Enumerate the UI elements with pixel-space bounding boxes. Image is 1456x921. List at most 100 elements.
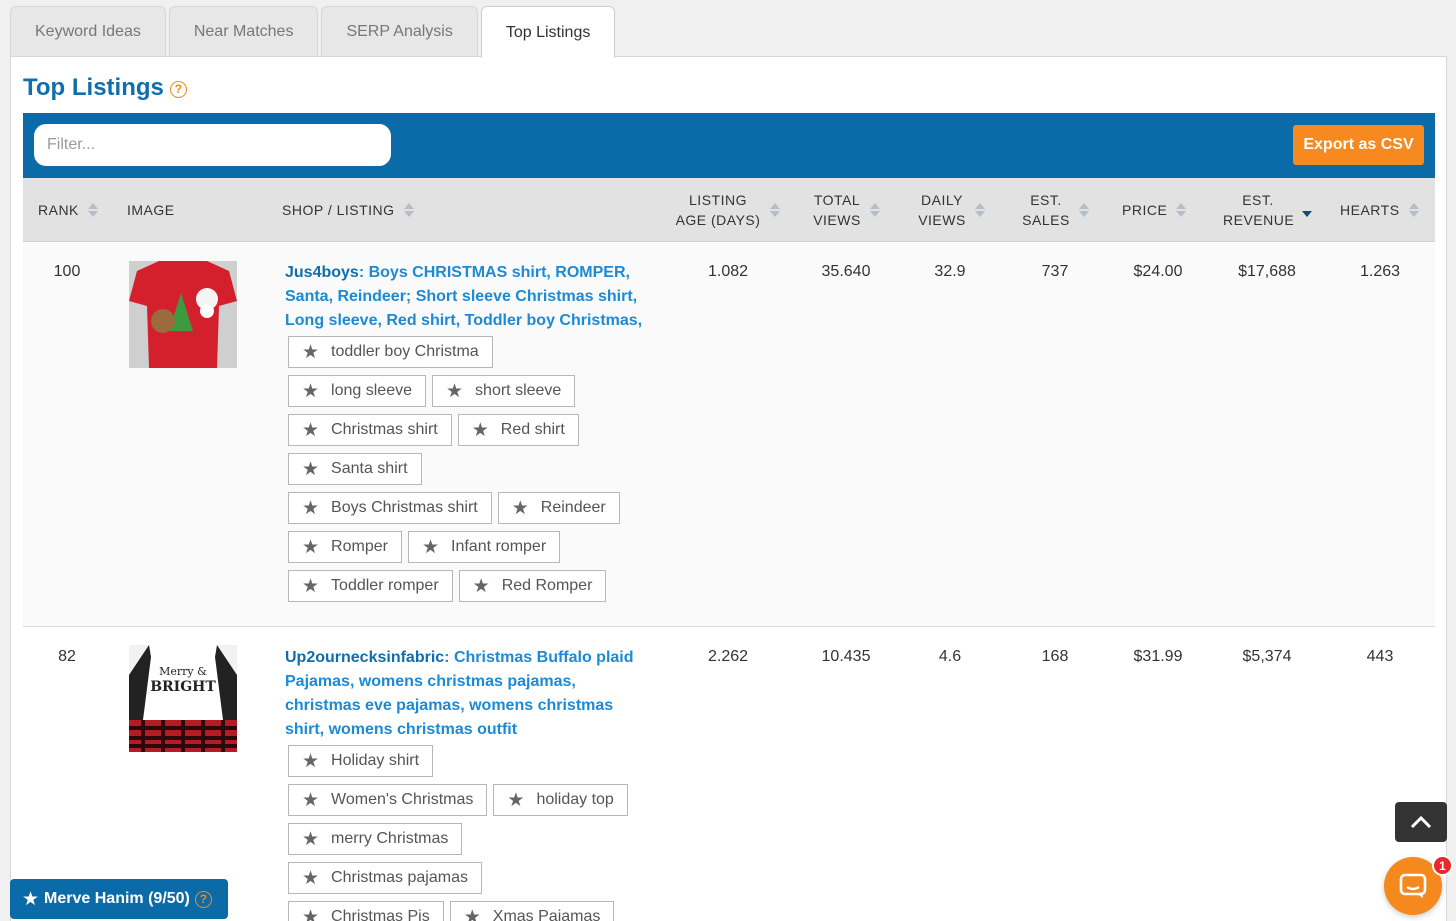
star-icon: ★	[471, 419, 489, 441]
listing-title-link[interactable]: Up2ournecksinfabric: Christmas Buffalo p…	[285, 646, 645, 742]
shirt-print-text: Merry &	[159, 665, 207, 678]
tag-label: Reindeer	[540, 499, 606, 516]
tag-chip[interactable]: ★ Christmas shirt	[288, 414, 452, 446]
price-cell: $31.99	[1133, 648, 1183, 665]
tag-chip[interactable]: ★ Women's Christmas	[288, 784, 488, 816]
col-image: IMAGE	[127, 200, 175, 220]
listing-age-cell: 2.262	[707, 648, 749, 665]
tag-chip[interactable]: ★ Xmas Pajamas	[449, 901, 615, 921]
tag-chip[interactable]: ★ Reindeer	[497, 492, 620, 524]
export-csv-button[interactable]: Export as CSV	[1293, 125, 1424, 165]
tag-label: Romper	[331, 538, 388, 555]
star-icon: ★	[421, 536, 439, 558]
star-icon: ★	[302, 536, 320, 558]
star-icon: ★	[302, 789, 320, 811]
rank-cell: 82	[58, 648, 76, 665]
star-icon: ★	[302, 458, 320, 480]
tag-chip[interactable]: ★ Santa shirt	[288, 453, 422, 485]
tag-chip[interactable]: ★ long sleeve	[288, 375, 426, 407]
col-daily-views[interactable]: DAILY VIEWS	[918, 190, 998, 230]
col-listing-age[interactable]: LISTING AGE (DAYS)	[675, 190, 783, 230]
tag-chip[interactable]: ★ Christmas pajamas	[288, 862, 482, 894]
col-daily-views-label: DAILY VIEWS	[918, 192, 966, 228]
table-toolbar: Export as CSV	[23, 113, 1435, 178]
sort-icon	[975, 203, 985, 217]
tag-label: Infant romper	[451, 538, 547, 555]
notification-badge: 1	[1432, 855, 1453, 876]
top-listings-panel: Top Listings ? Export as CSV RANK IMAGE …	[10, 56, 1447, 921]
star-icon: ★	[302, 828, 320, 850]
user-quota-button[interactable]: ★ Merve Hanim (9/50) ?	[10, 879, 228, 919]
tag-label: Red shirt	[500, 421, 565, 438]
tag-label: long sleeve	[331, 382, 412, 399]
table-row: 100 Jus4boys: Boys CHRISTMAS shirt, ROMP…	[23, 243, 1435, 627]
tag-chip[interactable]: ★ Christmas Pjs	[288, 901, 444, 921]
tag-chip[interactable]: ★ toddler boy Christma	[288, 336, 493, 368]
total-views-cell: 10.435	[821, 648, 871, 665]
price-cell: $24.00	[1133, 263, 1183, 280]
tag-chip[interactable]: ★ Infant romper	[407, 531, 561, 563]
help-icon[interactable]: ?	[169, 80, 187, 98]
shirt-print-text: BRIGHT	[150, 679, 216, 695]
page-title-row: Top Listings ?	[23, 74, 187, 102]
col-image-label: IMAGE	[127, 202, 175, 218]
shop-name-link[interactable]: Jus4boys	[285, 264, 359, 281]
tag-label: Xmas Pajamas	[492, 908, 601, 921]
tag-chip[interactable]: ★ Red Romper	[458, 570, 607, 602]
tab-bar: Keyword Ideas Near Matches SERP Analysis…	[10, 6, 618, 58]
daily-views-cell: 32.9	[934, 263, 966, 280]
col-hearts-label: HEARTS	[1340, 202, 1400, 218]
tag-chip[interactable]: ★ holiday top	[493, 784, 628, 816]
tab-near-matches[interactable]: Near Matches	[168, 6, 319, 57]
scroll-to-top-button[interactable]	[1395, 802, 1447, 842]
col-rank-label: RANK	[38, 202, 79, 218]
tag-chip[interactable]: ★ short sleeve	[432, 375, 576, 407]
chevron-up-icon	[1410, 815, 1432, 829]
star-icon: ★	[511, 497, 529, 519]
tag-chip[interactable]: ★ Romper	[288, 531, 402, 563]
listing-image[interactable]	[129, 261, 237, 368]
tag-label: Toddler romper	[331, 577, 439, 594]
tag-label: toddler boy Christma	[331, 343, 479, 360]
listing-title-link[interactable]: Jus4boys: Boys CHRISTMAS shirt, ROMPER, …	[285, 261, 645, 333]
est-sales-cell: 168	[1041, 648, 1069, 665]
col-shop-listing[interactable]: SHOP / LISTING	[282, 200, 414, 220]
hearts-cell: 443	[1366, 648, 1394, 665]
chat-icon	[1399, 873, 1427, 898]
page-title: Top Listings	[23, 74, 164, 101]
tab-keyword-ideas[interactable]: Keyword Ideas	[10, 6, 166, 57]
tag-label: Boys Christmas shirt	[331, 499, 478, 516]
tab-top-listings[interactable]: Top Listings	[480, 6, 616, 58]
tag-chip[interactable]: ★ Boys Christmas shirt	[288, 492, 492, 524]
tab-serp-analysis[interactable]: SERP Analysis	[321, 6, 478, 57]
star-icon: ★	[302, 575, 320, 597]
col-est-sales[interactable]: EST. SALES	[1022, 190, 1102, 230]
tag-list: ★ toddler boy Christma ★ long sleeve ★ shor…	[288, 336, 648, 609]
est-revenue-cell: $5,374	[1242, 648, 1292, 665]
tag-label: Santa shirt	[331, 460, 408, 477]
filter-input[interactable]	[34, 124, 391, 166]
col-est-revenue[interactable]: EST. REVENUE	[1223, 190, 1323, 230]
help-icon[interactable]: ?	[194, 890, 212, 908]
tag-chip[interactable]: ★ Toddler romper	[288, 570, 453, 602]
tag-label: Red Romper	[501, 577, 593, 594]
star-icon: ★	[446, 380, 464, 402]
tag-chip[interactable]: ★ Holiday shirt	[288, 745, 434, 777]
listing-image[interactable]: Merry & BRIGHT	[129, 645, 237, 752]
tag-list: ★ Holiday shirt ★ Women's Christmas ★ holid…	[288, 745, 648, 921]
col-hearts[interactable]: HEARTS	[1340, 200, 1419, 220]
tag-label: Christmas Pjs	[331, 908, 430, 921]
est-revenue-cell: $17,688	[1238, 263, 1296, 280]
col-rank[interactable]: RANK	[38, 200, 98, 220]
tag-chip[interactable]: ★ Red shirt	[457, 414, 579, 446]
sort-icon	[1079, 203, 1089, 217]
sort-desc-icon	[1302, 203, 1312, 217]
tag-chip[interactable]: ★ merry Christmas	[288, 823, 463, 855]
star-icon: ★	[463, 906, 481, 921]
star-icon: ★	[302, 750, 320, 772]
shop-name-link[interactable]: Up2ournecksinfabric	[285, 649, 444, 666]
col-price[interactable]: PRICE	[1122, 200, 1187, 220]
col-total-views[interactable]: TOTAL VIEWS	[813, 190, 893, 230]
listing-age-cell: 1.082	[707, 263, 749, 280]
rank-cell: 100	[53, 263, 81, 280]
